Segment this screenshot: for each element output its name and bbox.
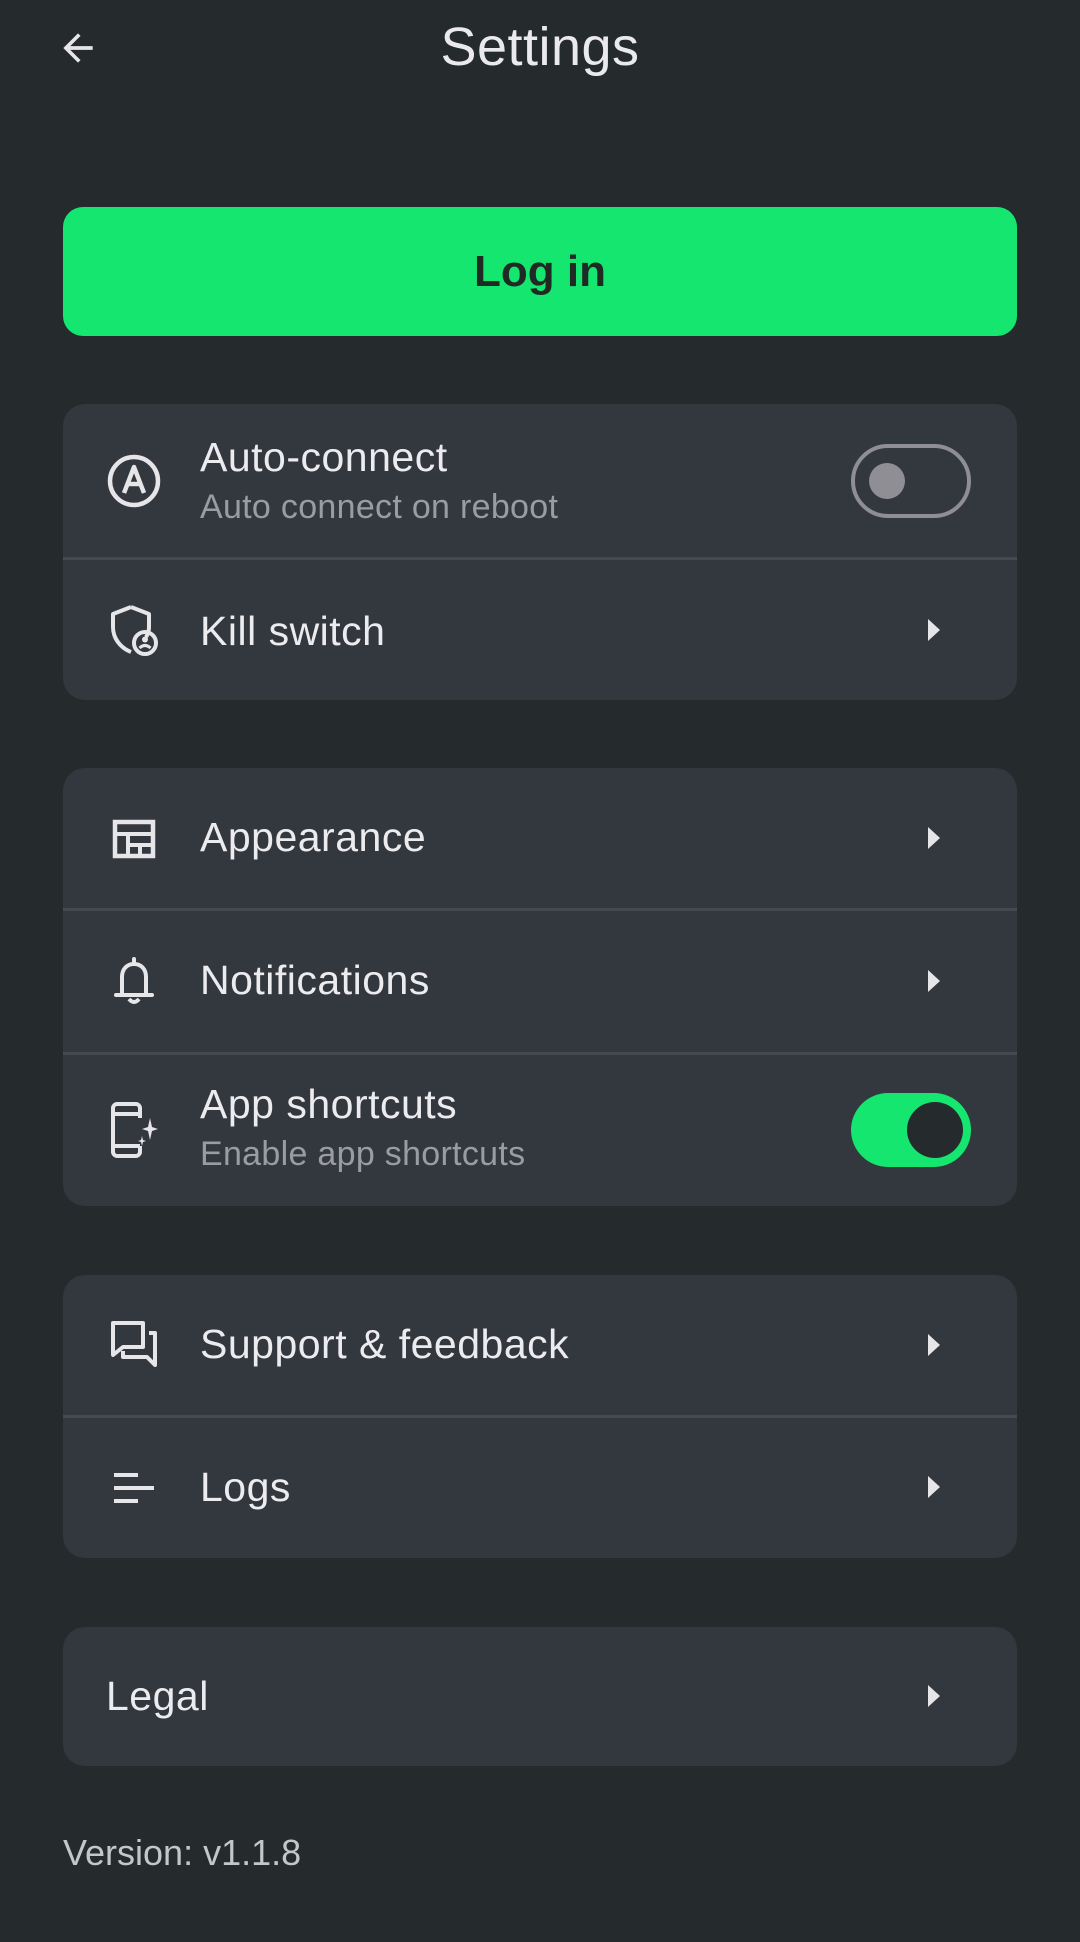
top-app-bar: Settings xyxy=(0,0,1080,100)
shield-user-icon xyxy=(104,600,164,660)
toggle-knob xyxy=(907,1102,963,1158)
auto-connect-row[interactable]: Auto-connect Auto connect on reboot xyxy=(63,404,1017,558)
app-shortcuts-sublabel: Enable app shortcuts xyxy=(200,1135,526,1173)
settings-group-preferences: Appearance Notifications App shortcuts E… xyxy=(63,768,1017,1206)
chevron-right-icon xyxy=(928,827,940,849)
bell-icon xyxy=(104,950,164,1010)
lines-icon xyxy=(104,1458,164,1518)
page-title: Settings xyxy=(440,17,640,77)
phone-sparkle-icon xyxy=(104,1100,164,1160)
chevron-right-icon xyxy=(928,970,940,992)
chat-icon xyxy=(104,1314,164,1374)
support-feedback-label: Support & feedback xyxy=(200,1321,570,1367)
settings-group-help: Support & feedback Logs xyxy=(63,1275,1017,1558)
auto-connect-sublabel: Auto connect on reboot xyxy=(200,488,559,526)
toggle-knob xyxy=(869,463,905,499)
appearance-row[interactable]: Appearance xyxy=(63,768,1017,909)
circled-a-icon xyxy=(104,451,164,511)
app-shortcuts-label: App shortcuts xyxy=(200,1081,458,1127)
kill-switch-row[interactable]: Kill switch xyxy=(63,560,1017,700)
legal-row[interactable]: Legal xyxy=(63,1627,1017,1766)
app-shortcuts-row[interactable]: App shortcuts Enable app shortcuts xyxy=(63,1055,1017,1206)
app-shortcuts-toggle[interactable] xyxy=(851,1093,971,1167)
chevron-right-icon xyxy=(928,1685,940,1707)
chevron-right-icon xyxy=(928,1334,940,1356)
chevron-right-icon xyxy=(928,619,940,641)
layout-icon xyxy=(104,809,164,869)
auto-connect-label: Auto-connect xyxy=(200,434,448,480)
notifications-row[interactable]: Notifications xyxy=(63,911,1017,1052)
logs-label: Logs xyxy=(200,1464,291,1510)
legal-label: Legal xyxy=(106,1673,209,1719)
chevron-right-icon xyxy=(928,1476,940,1498)
auto-connect-toggle[interactable] xyxy=(851,444,971,518)
login-button[interactable]: Log in xyxy=(63,207,1017,336)
appearance-label: Appearance xyxy=(200,814,427,860)
support-feedback-row[interactable]: Support & feedback xyxy=(63,1275,1017,1416)
notifications-label: Notifications xyxy=(200,957,430,1003)
kill-switch-label: Kill switch xyxy=(200,608,386,654)
version-text: Version: v1.1.8 xyxy=(63,1832,302,1873)
settings-group-connection: Auto-connect Auto connect on reboot Kill… xyxy=(63,404,1017,700)
logs-row[interactable]: Logs xyxy=(63,1418,1017,1558)
